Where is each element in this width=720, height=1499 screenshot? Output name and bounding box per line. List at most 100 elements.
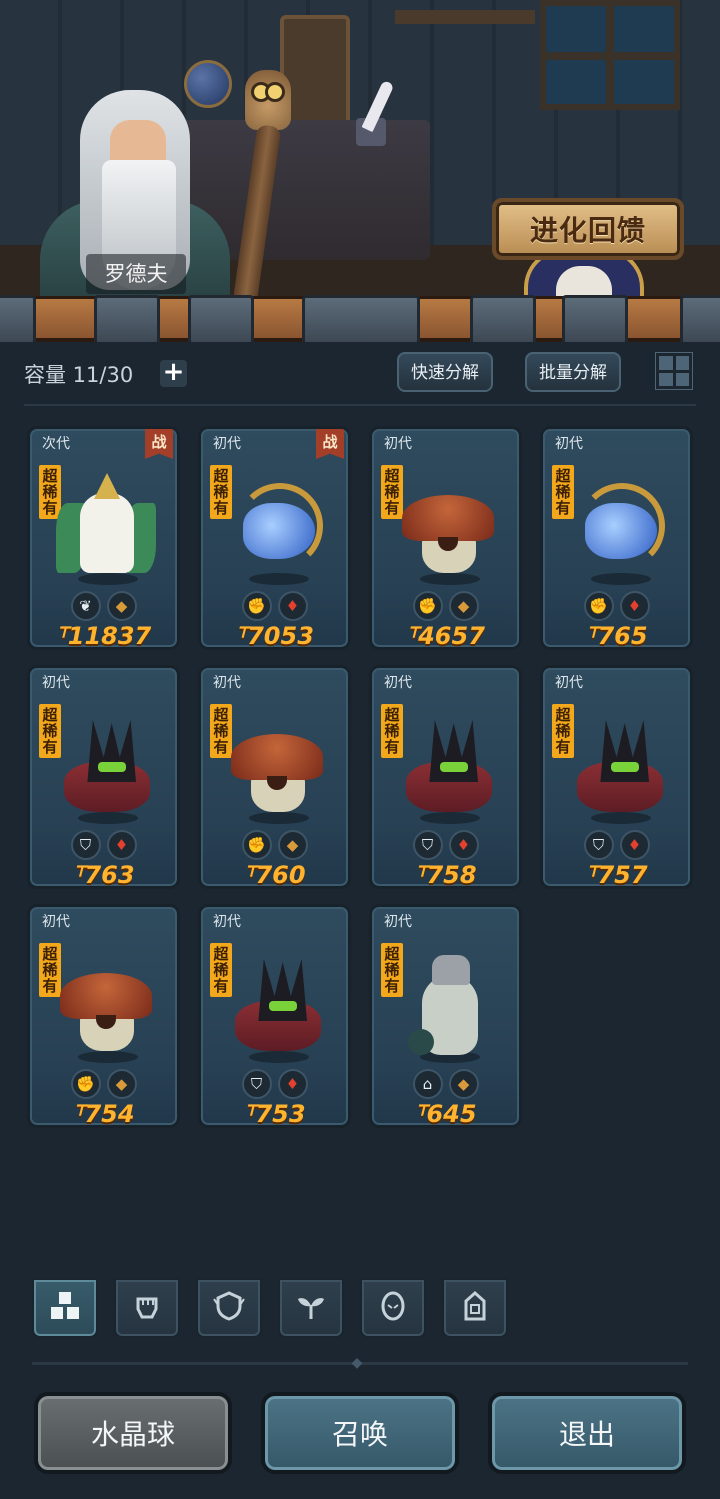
power-value: ⸆7053 [235, 622, 314, 650]
rock-icon: ◆ [277, 830, 308, 860]
monster-mush-icon [398, 473, 498, 585]
batch-decompose-button[interactable]: 批量分解 [525, 352, 621, 392]
fire-icon: ♦ [106, 830, 137, 860]
capacity-label: 容量 11/30 [24, 363, 134, 387]
summon-button[interactable]: 召唤 [261, 1392, 459, 1474]
shield-icon: ⛉ [241, 1069, 272, 1099]
filter-tab-tower[interactable] [442, 1278, 508, 1338]
attribute-badges: ⛉ ♦ [30, 830, 177, 860]
rock-icon: ◆ [448, 1069, 479, 1099]
exit-button[interactable]: 退出 [488, 1392, 686, 1474]
monster-card[interactable]: 初代 超稀有 ⌂ ◆ ⸆645 [369, 904, 522, 1128]
attribute-badges: ✊ ◆ [201, 830, 348, 860]
header-divider [24, 404, 696, 406]
shield-icon: ⛉ [412, 830, 443, 860]
monster-card[interactable]: 初代 超稀有 ✊ ♦ ⸆765 [540, 426, 693, 650]
tower-icon [458, 1289, 492, 1327]
attribute-badges: ⌂ ◆ [372, 1069, 519, 1099]
monster-card[interactable]: 初代 超稀有 ✊ ◆ ⸆754 [27, 904, 180, 1128]
monster-card[interactable]: 初代战超稀有 ✊ ♦ ⸆7053 [198, 426, 351, 650]
battle-tag: 战 [145, 429, 173, 459]
power-value: ⸆645 [414, 1100, 477, 1128]
tower-icon: ⌂ [412, 1069, 443, 1099]
monster-card[interactable]: 次代战超稀有 ❦ ◆ ⸆11837 [27, 426, 180, 650]
rock-icon: ◆ [106, 591, 137, 621]
monster-card[interactable]: 初代 超稀有 ✊ ◆ ⸆4657 [369, 426, 522, 650]
power-value: ⸆4657 [406, 622, 485, 650]
shield-icon [212, 1289, 246, 1327]
generation-label: 初代 [384, 675, 412, 691]
bookshelf [395, 10, 535, 24]
scene-banner: 罗德夫 进化回馈 [0, 0, 720, 342]
fist-icon: ✊ [412, 591, 443, 621]
generation-label: 初代 [384, 436, 412, 452]
attribute-badges: ✊ ♦ [201, 591, 348, 621]
shield-icon: ⛉ [583, 830, 614, 860]
monster-beast-icon [569, 712, 669, 824]
generation-label: 初代 [42, 675, 70, 691]
generation-label: 初代 [213, 675, 241, 691]
power-value: ⸆757 [585, 861, 648, 889]
grid-view-icon[interactable] [655, 352, 693, 390]
attribute-badges: ✊ ◆ [372, 591, 519, 621]
evolution-reward-button[interactable]: 进化回馈 [492, 198, 684, 260]
monster-mush-icon [56, 951, 156, 1063]
rock-icon: ◆ [448, 591, 479, 621]
filter-tab-fist[interactable] [114, 1278, 180, 1338]
filter-tab-leaf[interactable] [278, 1278, 344, 1338]
leaf-icon [294, 1289, 328, 1327]
fire-icon: ♦ [619, 591, 650, 621]
monster-angel-icon [56, 473, 156, 585]
power-value: ⸆763 [72, 861, 135, 889]
power-value: ⸆754 [72, 1100, 135, 1128]
all-blocks-icon [48, 1289, 82, 1327]
power-value: ⸆11837 [55, 622, 152, 650]
generation-label: 初代 [213, 914, 241, 930]
fist-icon: ✊ [241, 830, 272, 860]
generation-label: 初代 [42, 914, 70, 930]
separator-ornament-icon: ◆ [351, 1355, 363, 1371]
summon-label: 召唤 [331, 1418, 388, 1451]
monster-beast-icon [56, 712, 156, 824]
monster-card[interactable]: 初代 超稀有 ⛉ ♦ ⸆758 [369, 665, 522, 889]
attribute-badges: ❦ ◆ [30, 591, 177, 621]
generation-label: 初代 [555, 675, 583, 691]
monster-card[interactable]: 初代 超稀有 ✊ ◆ ⸆760 [198, 665, 351, 889]
filter-tab-spirit[interactable] [360, 1278, 426, 1338]
filter-tab-shield[interactable] [196, 1278, 262, 1338]
add-capacity-button[interactable]: + [160, 357, 187, 387]
monster-knight-icon [398, 951, 498, 1063]
power-value: ⸆765 [585, 622, 648, 650]
battle-tag: 战 [316, 429, 344, 459]
monster-mush-icon [227, 712, 327, 824]
attribute-badges: ⛉ ♦ [543, 830, 690, 860]
wooden-rail [0, 295, 720, 342]
generation-label: 初代 [555, 436, 583, 452]
attribute-badges: ✊ ♦ [543, 591, 690, 621]
fist-icon: ✊ [241, 591, 272, 621]
fire-icon: ♦ [277, 1069, 308, 1099]
crystal-ball-button[interactable]: 水晶球 [34, 1392, 232, 1474]
generation-label: 次代 [42, 436, 70, 452]
monster-card[interactable]: 初代 超稀有 ⛉ ♦ ⸆763 [27, 665, 180, 889]
attribute-badges: ⛉ ♦ [201, 1069, 348, 1099]
fist-icon [130, 1289, 164, 1327]
window [540, 0, 680, 110]
fist-icon: ✊ [70, 1069, 101, 1099]
generation-label: 初代 [213, 436, 241, 452]
quick-decompose-button[interactable]: 快速分解 [397, 352, 493, 392]
crystal-ball-label: 水晶球 [90, 1418, 175, 1451]
plus-icon: + [162, 357, 185, 387]
filter-tab-all-blocks[interactable] [32, 1278, 98, 1338]
monster-beast-icon [398, 712, 498, 824]
owl-icon [245, 70, 291, 130]
fire-icon: ♦ [277, 591, 308, 621]
monster-spirit-icon [569, 473, 669, 585]
monster-card[interactable]: 初代 超稀有 ⛉ ♦ ⸆757 [540, 665, 693, 889]
exit-label: 退出 [558, 1418, 615, 1451]
shield-icon: ⛉ [70, 830, 101, 860]
power-value: ⸆758 [414, 861, 477, 889]
fist-icon: ✊ [583, 591, 614, 621]
monster-card[interactable]: 初代 超稀有 ⛉ ♦ ⸆753 [198, 904, 351, 1128]
power-value: ⸆753 [243, 1100, 306, 1128]
